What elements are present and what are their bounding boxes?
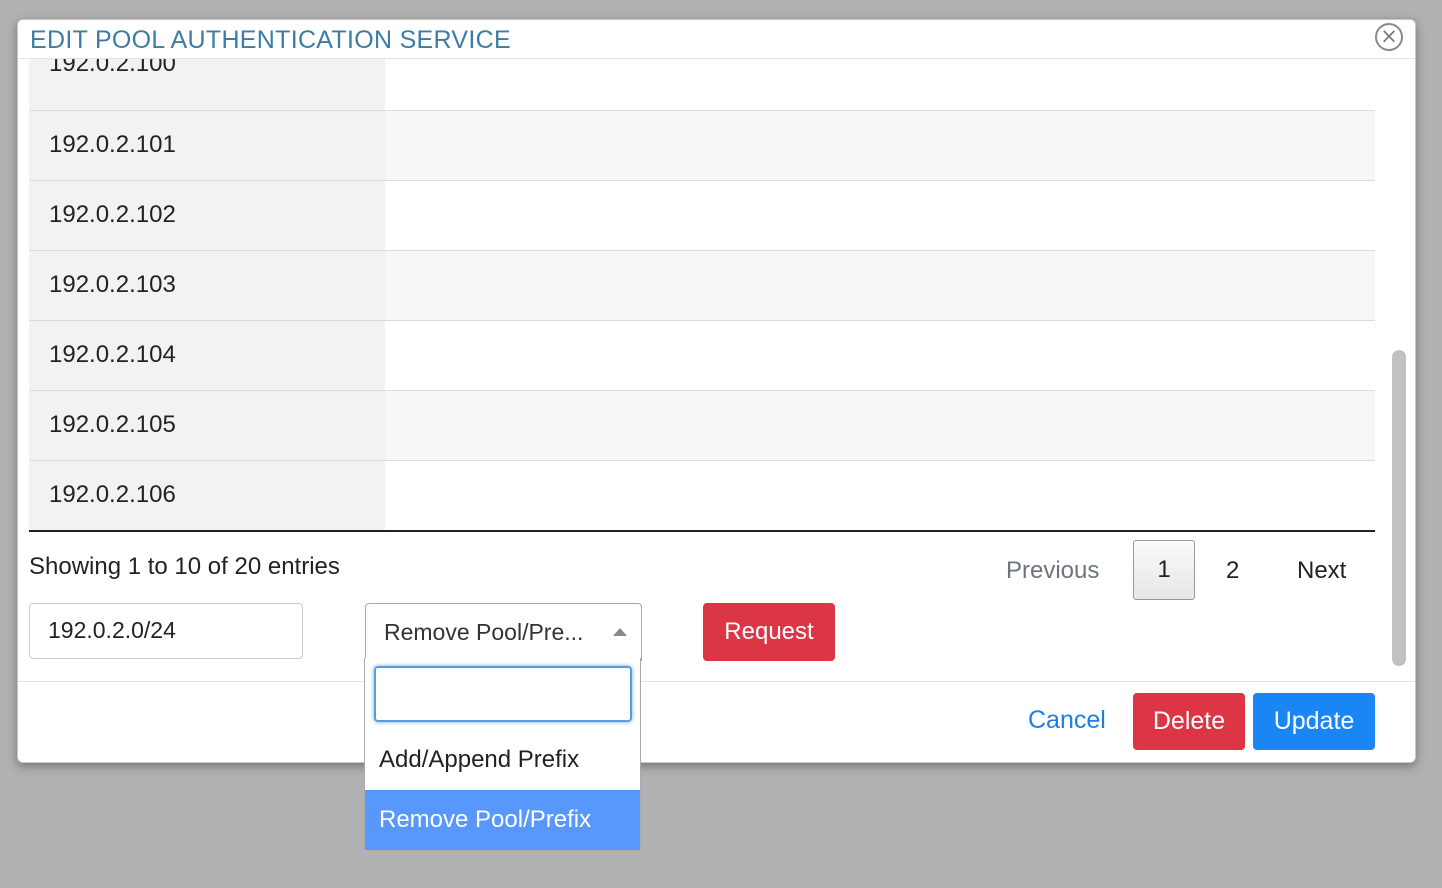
table-divider [29,530,1375,532]
empty-cell [385,321,1375,390]
delete-button[interactable]: Delete [1133,693,1245,750]
scrollbar-thumb[interactable] [1392,350,1406,666]
pagination-page-1[interactable]: 1 [1133,540,1195,600]
prefix-input[interactable]: 192.0.2.0/24 [29,603,303,659]
modal-header: EDIT POOL AUTHENTICATION SERVICE × [18,20,1415,59]
table-row: 192.0.2.101 [29,111,1375,181]
update-button[interactable]: Update [1253,693,1375,750]
edit-pool-modal: EDIT POOL AUTHENTICATION SERVICE × 192.0… [17,19,1416,763]
request-button[interactable]: Request [703,603,835,661]
action-dropdown: Add/Append Prefix Remove Pool/Prefix [364,658,641,851]
ip-cell: 192.0.2.102 [29,181,385,250]
empty-cell [385,251,1375,320]
table-row: 192.0.2.100 [29,59,1375,111]
ip-cell: 192.0.2.104 [29,321,385,390]
pagination-next[interactable]: Next [1297,540,1346,602]
empty-cell [385,391,1375,460]
empty-cell [385,59,1375,110]
table-info: Showing 1 to 10 of 20 entries [29,553,340,580]
ip-cell: 192.0.2.101 [29,111,385,180]
ip-cell: 192.0.2.103 [29,251,385,320]
table-row: 192.0.2.102 [29,181,1375,251]
close-icon[interactable]: × [1375,23,1403,51]
modal-footer: Cancel Delete Update [18,681,1415,762]
ip-table: 192.0.2.100 192.0.2.101 192.0.2.102 192.… [29,59,1375,531]
table-row: 192.0.2.104 [29,321,1375,391]
dropdown-option-add-append[interactable]: Add/Append Prefix [365,730,640,790]
cancel-button[interactable]: Cancel [1028,706,1106,735]
pagination-page-2[interactable]: 2 [1226,540,1239,602]
pagination-previous[interactable]: Previous [1006,540,1099,602]
table-row: 192.0.2.106 [29,461,1375,531]
action-select-value: Remove Pool/Pre... [384,619,584,645]
caret-up-icon [613,628,627,636]
empty-cell [385,111,1375,180]
modal-title: EDIT POOL AUTHENTICATION SERVICE [30,26,511,54]
empty-cell [385,461,1375,530]
dropdown-option-remove-pool[interactable]: Remove Pool/Prefix [365,790,640,850]
empty-cell [385,181,1375,250]
modal-body[interactable]: 192.0.2.100 192.0.2.101 192.0.2.102 192.… [18,59,1415,681]
action-select[interactable]: Remove Pool/Pre... [365,603,642,661]
ip-cell: 192.0.2.105 [29,391,385,460]
ip-cell: 192.0.2.106 [29,461,385,530]
table-row: 192.0.2.103 [29,251,1375,321]
dropdown-search-input[interactable] [374,666,632,722]
ip-cell: 192.0.2.100 [29,59,385,110]
table-row: 192.0.2.105 [29,391,1375,461]
